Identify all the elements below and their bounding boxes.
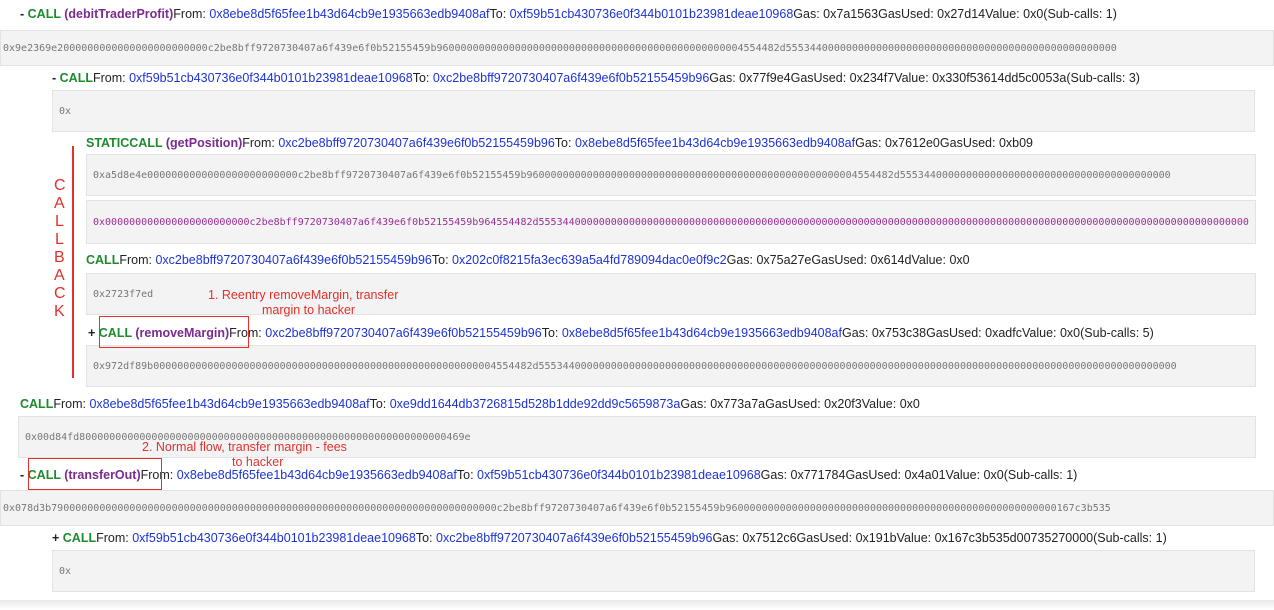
annotation-note-1-line-2: margin to hacker [262, 303, 356, 317]
from-address-link[interactable]: 0xc2be8bff9720730407a6f439e6f0b52155459b… [265, 326, 541, 340]
function-name: (debitTraderProfit) [60, 7, 174, 21]
calldata-box[interactable]: 0xa5d8e4e0000000000000000000000000c2be8b… [86, 154, 1256, 196]
call-type: CALL [27, 7, 61, 21]
trace-row-call: + CALLFrom: 0xf59b51cb430736e0f344b0101b… [52, 531, 1167, 545]
callback-letter: C [54, 177, 66, 194]
from-address-link[interactable]: 0x8ebe8d5f65fee1b43d64cb9e1935663edb9408… [89, 397, 369, 411]
returndata-box[interactable]: 0x000000000000000000000000c2be8bff972073… [86, 200, 1256, 244]
annotation-note-2-line-2: to hacker [232, 455, 284, 469]
callback-letter: L [55, 231, 64, 248]
trace-row-call: CALLFrom: 0x8ebe8d5f65fee1b43d64cb9e1935… [20, 397, 920, 411]
callback-bracket-line [72, 146, 74, 378]
expand-toggle[interactable]: + [88, 326, 99, 340]
function-name: (getPosition) [162, 136, 243, 150]
calldata-box[interactable]: 0x [52, 90, 1255, 132]
to-address-link[interactable]: 0x202c0f8215fa3ec639a5a4fd789094dac0e0f9… [452, 253, 727, 267]
from-address-link[interactable]: 0x8ebe8d5f65fee1b43d64cb9e1935663edb9408… [209, 7, 489, 21]
expand-toggle[interactable]: + [52, 531, 63, 545]
call-type: CALL [86, 253, 120, 267]
collapse-toggle[interactable]: - [20, 468, 28, 482]
callback-letter: A [54, 267, 65, 284]
to-address-link[interactable]: 0x8ebe8d5f65fee1b43d64cb9e1935663edb9408… [575, 136, 855, 150]
to-address-link[interactable]: 0xf59b51cb430736e0f344b0101b23981deae109… [510, 7, 794, 21]
from-address-link[interactable]: 0xc2be8bff9720730407a6f439e6f0b52155459b… [155, 253, 431, 267]
calldata-box[interactable]: 0x9e2369e2000000000000000000000000c2be8b… [0, 30, 1274, 66]
collapse-toggle[interactable]: - [20, 7, 28, 21]
to-address-link[interactable]: 0xf59b51cb430736e0f344b0101b23981deae109… [477, 468, 761, 482]
call-type: STATICCALL [86, 136, 163, 150]
from-address-link[interactable]: 0x8ebe8d5f65fee1b43d64cb9e1935663edb9408… [177, 468, 457, 482]
annotation-note-1: 1. Reentry removeMargin, transfer [208, 288, 399, 302]
callback-letter: K [54, 303, 65, 320]
callback-letter: L [55, 213, 64, 230]
to-address-link[interactable]: 0x8ebe8d5f65fee1b43d64cb9e1935663edb9408… [562, 326, 842, 340]
from-address-link[interactable]: 0xf59b51cb430736e0f344b0101b23981deae109… [129, 71, 413, 85]
to-address-link[interactable]: 0xe9dd1644db3726815d528b1dde92dd9c565987… [390, 397, 681, 411]
call-type: CALL [59, 71, 93, 85]
calldata-box[interactable]: 0x [52, 550, 1255, 592]
trace-row-staticcall-get-position: STATICCALL (getPosition)From: 0xc2be8bff… [86, 136, 1034, 150]
calldata-box[interactable]: 0x972df89b000000000000000000000000000000… [86, 345, 1256, 387]
to-address-link[interactable]: 0xc2be8bff9720730407a6f439e6f0b52155459b… [436, 531, 712, 545]
calldata-box[interactable]: 0x078d3b79000000000000000000000000000000… [0, 490, 1274, 526]
collapse-toggle[interactable]: - [52, 71, 60, 85]
trace-row-debit-trader-profit: - CALL (debitTraderProfit)From: 0x8ebe8d… [20, 7, 1117, 21]
annotation-note-2: 2. Normal flow, transfer margin - fees [142, 440, 347, 454]
call-type: CALL [62, 531, 97, 545]
from-address-link[interactable]: 0xc2be8bff9720730407a6f439e6f0b52155459b… [278, 136, 554, 150]
trace-row-call: - CALLFrom: 0xf59b51cb430736e0f344b0101b… [52, 71, 1140, 85]
callback-letter: C [54, 285, 66, 302]
call-type: CALL [20, 397, 54, 411]
footer-shadow [0, 600, 1274, 610]
highlight-remove-margin [99, 316, 249, 348]
callback-letter: A [54, 195, 65, 212]
from-address-link[interactable]: 0xf59b51cb430736e0f344b0101b23981deae109… [132, 531, 416, 545]
trace-row-call: CALLFrom: 0xc2be8bff9720730407a6f439e6f0… [86, 253, 970, 267]
trace-row-call-transfer-out: - CALL (transferOut)From: 0x8ebe8d5f65fe… [20, 468, 1078, 482]
to-address-link[interactable]: 0xc2be8bff9720730407a6f439e6f0b52155459b… [433, 71, 709, 85]
callback-letter: B [54, 249, 65, 266]
highlight-transfer-out [28, 458, 162, 490]
